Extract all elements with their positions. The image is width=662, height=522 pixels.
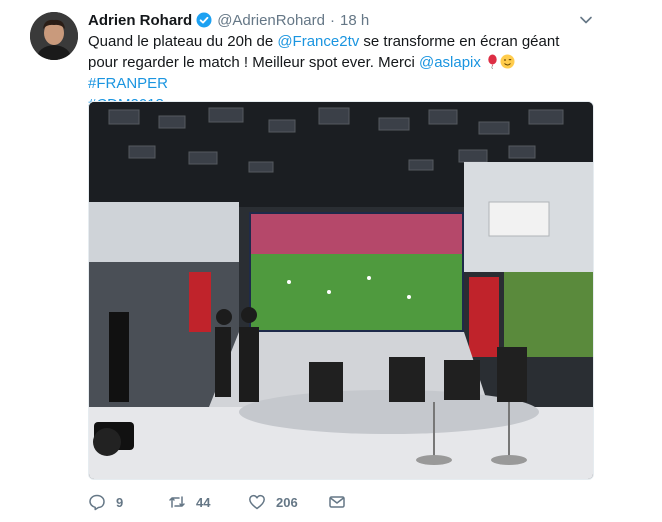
tweet-actions: 9 44 206 <box>88 492 368 512</box>
author-handle[interactable]: @AdrienRohard <box>217 12 325 29</box>
author-name[interactable]: Adrien Rohard <box>88 12 192 29</box>
timestamp[interactable]: 18 h <box>340 12 369 29</box>
reply-count: 9 <box>116 494 124 510</box>
retweet-button[interactable]: 44 <box>168 492 248 512</box>
hashtag-link[interactable]: #FRANPER <box>88 75 168 92</box>
heart-icon <box>249 494 265 510</box>
like-count: 206 <box>276 494 298 510</box>
mention-link[interactable]: @France2tv <box>277 33 359 50</box>
direct-message-button[interactable] <box>328 492 368 512</box>
wink-emoji-icon <box>500 54 515 69</box>
tweet-card[interactable]: Adrien Rohard @AdrienRohard · 18 h Quand… <box>0 0 662 522</box>
retweet-icon <box>169 496 185 508</box>
studio-photo-image <box>89 102 593 479</box>
chevron-down-icon[interactable] <box>578 12 594 28</box>
like-button[interactable]: 206 <box>248 492 328 512</box>
tweet-text-part: Quand le plateau du 20h de <box>88 33 278 50</box>
tweet-photo[interactable] <box>88 101 594 480</box>
retweet-count: 44 <box>196 494 211 510</box>
reply-button[interactable]: 9 <box>88 492 168 512</box>
envelope-icon <box>329 496 345 508</box>
reply-icon <box>89 494 105 511</box>
balloon-emoji-icon <box>485 54 500 70</box>
tweet-header: Adrien Rohard @AdrienRohard · 18 h <box>88 10 369 30</box>
avatar[interactable] <box>30 12 78 60</box>
separator-dot: · <box>329 11 335 29</box>
mention-link[interactable]: @aslapix <box>419 54 481 71</box>
verified-badge-icon <box>196 12 212 28</box>
